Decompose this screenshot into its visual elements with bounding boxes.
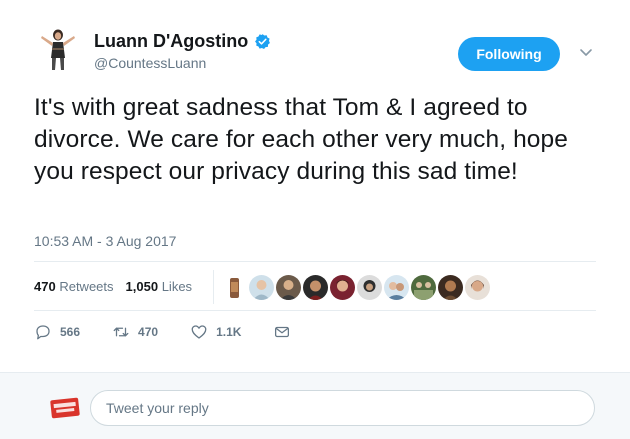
like-count: 1.1K: [216, 325, 242, 339]
liker-avatar[interactable]: [411, 274, 436, 300]
retweets-label: Retweets: [59, 279, 114, 294]
retweet-count: 470: [138, 325, 159, 339]
retweet-icon: [113, 327, 129, 337]
reply-action[interactable]: 566: [34, 323, 80, 341]
liker-avatar[interactable]: [465, 274, 490, 300]
tweet-stats: 470 Retweets 1,050 Likes: [34, 279, 192, 294]
reply-icon: [36, 325, 50, 340]
chevron-down-icon[interactable]: [578, 44, 594, 60]
direct-message-action[interactable]: [273, 323, 291, 341]
tweet-actions: 566 470 1.1K: [34, 323, 323, 341]
liker-avatar[interactable]: [384, 274, 409, 300]
liker-avatars: [222, 272, 490, 302]
verified-badge-icon: [254, 33, 271, 50]
liker-avatar[interactable]: [438, 274, 463, 300]
tweet-card: Luann D'Agostino @CountessLuann Followin…: [0, 0, 630, 439]
author-display-name[interactable]: Luann D'Agostino: [94, 31, 271, 52]
stats-separator: [213, 270, 214, 304]
retweets-stat[interactable]: 470 Retweets: [34, 279, 114, 294]
heart-icon: [191, 325, 207, 339]
reply-input[interactable]: Tweet your reply: [90, 390, 595, 426]
author-avatar[interactable]: [34, 24, 82, 72]
tweet-text: It's with great sadness that Tom & I agr…: [34, 94, 568, 185]
reply-count: 566: [60, 325, 81, 339]
retweets-count: 470: [34, 279, 56, 294]
liker-avatar[interactable]: [276, 274, 301, 300]
liker-avatar[interactable]: [357, 274, 382, 300]
liker-avatar[interactable]: [330, 274, 355, 300]
liker-avatar[interactable]: [303, 274, 328, 300]
author-handle[interactable]: @CountessLuann: [94, 55, 206, 71]
retweet-action[interactable]: 470: [112, 323, 158, 341]
liker-avatar[interactable]: [222, 274, 247, 300]
display-name-text[interactable]: Luann D'Agostino: [94, 31, 248, 52]
envelope-icon: [275, 326, 290, 338]
liker-avatar[interactable]: [249, 274, 274, 300]
likes-stat[interactable]: 1,050 Likes: [126, 279, 193, 294]
divider: [34, 261, 596, 262]
following-button[interactable]: Following: [458, 37, 560, 71]
likes-label: Likes: [161, 279, 193, 294]
like-action[interactable]: 1.1K: [190, 323, 241, 341]
reply-bar: Tweet your reply: [0, 372, 630, 439]
divider: [34, 310, 596, 311]
likes-count: 1,050: [125, 279, 159, 294]
tweet-timestamp[interactable]: 10:53 AM - 3 Aug 2017: [34, 233, 176, 249]
viewer-avatar-logo: [50, 397, 80, 419]
